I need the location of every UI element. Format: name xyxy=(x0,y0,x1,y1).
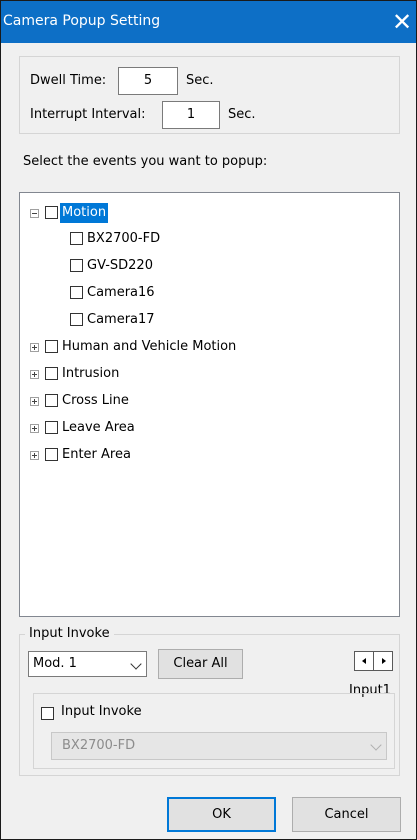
expand-icon[interactable] xyxy=(30,370,39,379)
tree-node-label: Intrusion xyxy=(62,366,120,381)
tree-node-label: Camera17 xyxy=(87,312,155,327)
collapse-icon[interactable] xyxy=(30,209,39,218)
tree-node-label: BX2700-FD xyxy=(87,231,161,246)
category-checkbox[interactable] xyxy=(45,394,58,407)
motion-checkbox[interactable] xyxy=(45,206,58,219)
tree-node-camera[interactable]: Camera16 xyxy=(20,283,399,303)
events-prompt: Select the events you want to popup: xyxy=(23,154,268,169)
tree-node-label: Motion xyxy=(60,203,109,223)
interrupt-interval-input[interactable]: 1 xyxy=(162,101,220,129)
tree-node-camera[interactable]: BX2700-FD xyxy=(20,229,399,249)
input-invoke-checkbox-label[interactable]: Input Invoke xyxy=(59,704,146,719)
chevron-down-icon xyxy=(130,658,142,670)
interrupt-interval-unit: Sec. xyxy=(228,107,256,122)
arrow-left-icon xyxy=(362,658,366,664)
expand-icon[interactable] xyxy=(30,451,39,460)
input-invoke-checkbox[interactable] xyxy=(41,707,54,720)
cancel-button[interactable]: Cancel xyxy=(292,797,401,832)
expand-icon[interactable] xyxy=(30,424,39,433)
previous-input-button[interactable] xyxy=(354,651,374,671)
clear-all-button[interactable]: Clear All xyxy=(158,649,243,679)
camera-checkbox[interactable] xyxy=(70,313,83,326)
camera-checkbox[interactable] xyxy=(70,259,83,272)
input-camera-select-value: BX2700-FD xyxy=(62,738,136,753)
tree-node-human-vehicle-motion[interactable]: Human and Vehicle Motion xyxy=(20,337,399,357)
tree-node-label: Human and Vehicle Motion xyxy=(62,339,237,354)
ok-button[interactable]: OK xyxy=(167,797,276,832)
tree-node-camera[interactable]: GV-SD220 xyxy=(20,256,399,276)
tree-node-label: Enter Area xyxy=(62,447,131,462)
expand-icon[interactable] xyxy=(30,397,39,406)
dwell-time-input[interactable]: 5 xyxy=(118,67,178,95)
tree-node-enter-area[interactable]: Enter Area xyxy=(20,445,399,465)
category-checkbox[interactable] xyxy=(45,367,58,380)
window-title: Camera Popup Setting xyxy=(3,13,161,29)
tree-node-leave-area[interactable]: Leave Area xyxy=(20,418,399,438)
tree-node-label: GV-SD220 xyxy=(87,258,153,273)
tree-node-label: Leave Area xyxy=(62,420,135,435)
category-checkbox[interactable] xyxy=(45,448,58,461)
module-select[interactable]: Mod. 1 xyxy=(28,651,147,677)
title-bar[interactable]: Camera Popup Setting ✕ xyxy=(1,1,416,43)
interrupt-interval-label: Interrupt Interval: xyxy=(30,107,146,122)
tree-node-label: Cross Line xyxy=(62,393,129,408)
event-tree[interactable]: Motion BX2700-FD GV-SD220 Camera16 Camer… xyxy=(19,192,400,617)
input-camera-select[interactable]: BX2700-FD xyxy=(51,732,387,760)
tree-node-intrusion[interactable]: Intrusion xyxy=(20,364,399,384)
category-checkbox[interactable] xyxy=(45,340,58,353)
camera-checkbox[interactable] xyxy=(70,232,83,245)
chevron-down-icon xyxy=(370,739,382,751)
close-icon[interactable]: ✕ xyxy=(388,7,416,37)
timing-group: Dwell Time: 5 Sec. Interrupt Interval: 1… xyxy=(19,56,400,134)
tree-node-label: Camera16 xyxy=(87,285,155,300)
tree-node-camera[interactable]: Camera17 xyxy=(20,310,399,330)
expand-icon[interactable] xyxy=(30,343,39,352)
camera-checkbox[interactable] xyxy=(70,286,83,299)
module-select-value: Mod. 1 xyxy=(33,656,77,671)
camera-popup-setting-dialog: Camera Popup Setting ✕ Dwell Time: 5 Sec… xyxy=(0,0,417,840)
category-checkbox[interactable] xyxy=(45,421,58,434)
dwell-time-label: Dwell Time: xyxy=(30,73,107,88)
tree-node-cross-line[interactable]: Cross Line xyxy=(20,391,399,411)
next-input-button[interactable] xyxy=(373,651,393,671)
dwell-time-unit: Sec. xyxy=(186,73,214,88)
input-invoke-group-title: Input Invoke xyxy=(25,626,114,641)
arrow-right-icon xyxy=(382,658,386,664)
tree-node-motion[interactable]: Motion xyxy=(20,203,399,223)
